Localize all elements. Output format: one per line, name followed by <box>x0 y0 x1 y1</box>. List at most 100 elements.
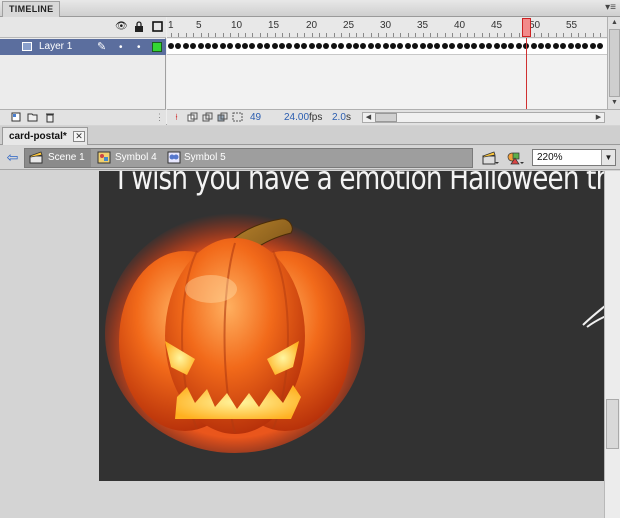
keyframe-dot[interactable] <box>567 43 574 49</box>
keyframe-dot[interactable] <box>597 43 604 49</box>
pasteboard[interactable]: I wish you have a emotion Halloween th <box>0 171 604 518</box>
document-tab[interactable]: card-postal* ✕ <box>2 127 88 145</box>
keyframe-dot[interactable] <box>212 43 219 49</box>
keyframe-dot[interactable] <box>589 43 596 49</box>
keyframe-dot[interactable] <box>427 43 433 49</box>
keyframe-dot[interactable] <box>168 43 174 49</box>
keyframe-dot[interactable] <box>552 43 559 49</box>
keyframe-dot[interactable] <box>353 43 359 49</box>
keyframe-dot[interactable] <box>323 43 330 49</box>
scroll-right-icon[interactable]: ▶ <box>594 113 603 122</box>
keyframe-dot[interactable] <box>575 43 581 49</box>
keyframe-dot[interactable] <box>271 43 278 49</box>
edit-multiple-frames-icon[interactable] <box>217 112 228 123</box>
playhead[interactable] <box>522 18 531 37</box>
lock-icon[interactable] <box>133 21 145 33</box>
keyframe-dot[interactable] <box>234 43 241 49</box>
layer-row[interactable]: Layer 1 ✎ • • <box>0 39 166 55</box>
layer-frame-row[interactable] <box>167 39 607 55</box>
edit-symbols-icon[interactable] <box>506 150 524 166</box>
outline-square-icon[interactable] <box>151 21 163 33</box>
stage-vertical-scrollbar[interactable] <box>604 171 620 518</box>
keyframe-dot[interactable] <box>412 43 419 49</box>
keyframe-dot[interactable] <box>390 43 396 49</box>
stage-scroll-thumb[interactable] <box>606 399 619 449</box>
breadcrumb-scene-1[interactable]: Scene 1 <box>29 149 91 167</box>
keyframe-dot[interactable] <box>264 43 271 49</box>
onion-skin-icon[interactable] <box>187 112 198 123</box>
keyframe-dot[interactable] <box>301 43 308 49</box>
onion-outlines-icon[interactable] <box>202 112 213 123</box>
lock-dot[interactable]: • <box>137 42 141 53</box>
keyframe-dot[interactable] <box>293 43 300 49</box>
scroll-up-icon[interactable]: ▲ <box>610 19 619 27</box>
keyframe-dot[interactable] <box>249 43 256 49</box>
new-folder-icon[interactable] <box>27 112 38 123</box>
keyframe-dot[interactable] <box>486 43 493 49</box>
keyframe-dot[interactable] <box>316 43 322 49</box>
keyframe-dot[interactable] <box>175 43 182 49</box>
keyframe-dot[interactable] <box>508 43 515 49</box>
eye-icon[interactable]: 👁 <box>115 21 128 33</box>
zoom-select[interactable]: 220% ▼ <box>532 149 616 166</box>
keyframe-dot[interactable] <box>190 43 197 49</box>
keyframe-dot[interactable] <box>360 43 367 49</box>
scroll-down-icon[interactable]: ▼ <box>610 99 619 107</box>
pumpkin-artwork[interactable] <box>99 171 604 481</box>
keyframe-dot[interactable] <box>338 43 345 49</box>
keyframe-dot[interactable] <box>515 43 522 49</box>
layer-outline-color[interactable] <box>152 42 162 52</box>
breadcrumb-symbol-4[interactable]: Symbol 4 <box>97 149 163 167</box>
keyframe-dot[interactable] <box>404 43 411 49</box>
timeline-vertical-scrollbar[interactable]: ▲ ▼ <box>607 17 620 109</box>
keyframe-dot[interactable] <box>419 43 426 49</box>
keyframe-dot[interactable] <box>182 43 189 49</box>
keyframe-dot[interactable] <box>330 43 337 49</box>
keyframe-dot[interactable] <box>456 43 463 49</box>
h-scroll-thumb[interactable] <box>375 113 397 122</box>
keyframe-dot[interactable] <box>560 43 567 49</box>
keyframe-dot[interactable] <box>256 43 263 49</box>
scroll-thumb[interactable] <box>609 29 620 97</box>
keyframe-dot[interactable] <box>545 43 552 49</box>
keyframe-dot[interactable] <box>582 43 589 49</box>
panel-menu-icon[interactable]: ▾≡ <box>605 2 616 13</box>
keyframe-dot[interactable] <box>375 43 382 49</box>
scroll-left-icon[interactable]: ◀ <box>364 113 373 122</box>
timeline-horizontal-scrollbar[interactable]: ◀ ▶ <box>362 112 605 123</box>
keyframe-dot[interactable] <box>205 43 211 49</box>
keyframe-dot[interactable] <box>279 43 285 49</box>
keyframe-dot[interactable] <box>227 43 234 49</box>
timeline-tab[interactable]: TIMELINE <box>2 1 61 17</box>
frame-rate[interactable]: 24.00 <box>284 112 309 123</box>
keyframe-dot[interactable] <box>538 43 544 49</box>
keyframe-dot[interactable] <box>449 43 456 49</box>
keyframe-dot[interactable] <box>434 43 441 49</box>
keyframe-dot[interactable] <box>471 43 478 49</box>
keyframe-dot[interactable] <box>308 43 315 49</box>
keyframe-dot[interactable] <box>464 43 470 49</box>
edit-scene-icon[interactable] <box>481 150 499 166</box>
keyframe-dot[interactable] <box>478 43 485 49</box>
resize-grip-icon[interactable]: ⋮ <box>154 112 165 123</box>
current-frame[interactable]: 49 <box>250 112 261 123</box>
keyframe-dot[interactable] <box>501 43 507 49</box>
stage[interactable]: I wish you have a emotion Halloween th <box>99 171 604 481</box>
keyframe-dot[interactable] <box>441 43 448 49</box>
keyframe-dot[interactable] <box>493 43 500 49</box>
breadcrumb-symbol-5[interactable]: Symbol 5 <box>167 149 233 167</box>
chevron-down-icon[interactable]: ▼ <box>601 150 615 165</box>
keyframe-dot[interactable] <box>197 43 204 49</box>
keyframe-dot[interactable] <box>242 43 248 49</box>
keyframe-dot[interactable] <box>286 43 293 49</box>
keyframe-dot[interactable] <box>530 43 537 49</box>
trash-icon[interactable] <box>44 112 55 123</box>
keyframe-dot[interactable] <box>397 43 404 49</box>
frame-ruler[interactable]: 1 5 10 15 20 25 30 35 40 45 50 55 <box>167 17 607 38</box>
visible-dot[interactable]: • <box>119 42 123 53</box>
close-icon[interactable]: ✕ <box>73 131 85 142</box>
center-frame-icon[interactable]: ⍿ <box>171 112 182 123</box>
keyframe-dot[interactable] <box>345 43 352 49</box>
keyframe-dot[interactable] <box>219 43 226 49</box>
modify-markers-icon[interactable] <box>232 112 243 123</box>
